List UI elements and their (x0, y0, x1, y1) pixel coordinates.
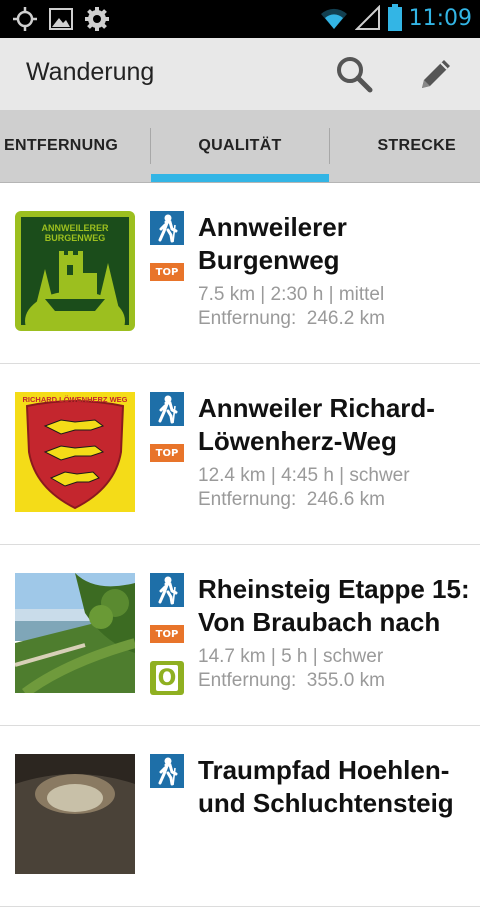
trail-title-line: und Schluchtensteig (198, 788, 454, 818)
hiking-icon (150, 754, 184, 788)
svg-text:BURGENWEG: BURGENWEG (45, 233, 106, 243)
trail-title: Annweiler Richard- Löwenherz-Weg (198, 392, 470, 458)
trail-title: Traumpfad Hoehlen- und Schluchtensteig (198, 754, 470, 820)
trail-title-line: Von Braubach nach (198, 607, 441, 637)
top-badge: TOP (150, 625, 184, 643)
app-title: Wanderung (26, 58, 155, 86)
picture-icon (49, 8, 73, 30)
trail-logo-burgenweg: ANNWEILERER BURGENWEG (15, 211, 135, 331)
settings-icon (85, 7, 109, 31)
hiking-icon (150, 392, 184, 426)
hiking-icon (150, 573, 184, 607)
trail-title: Annweilerer Burgenweg (198, 211, 470, 277)
list-item[interactable]: TOP O Rheinsteig Etappe 15: Von Braubach… (0, 545, 480, 726)
trail-title: Rheinsteig Etappe 15: Von Braubach nach (198, 573, 470, 639)
trail-distance: Entfernung: 246.2 km (198, 308, 385, 329)
trail-photo-traumpfad (15, 754, 135, 874)
clock: 11:09 (408, 5, 472, 31)
svg-text:RICHARD LÖWENHERZ WEG: RICHARD LÖWENHERZ WEG (23, 395, 128, 404)
top-badge: TOP (150, 263, 184, 281)
wifi-icon (320, 8, 347, 29)
status-bar: 11:09 (0, 0, 480, 38)
o-badge: O (150, 661, 184, 695)
search-icon[interactable] (334, 54, 374, 94)
trail-photo-rheinsteig (15, 573, 135, 693)
trail-title-line: Rheinsteig Etappe 15: (198, 574, 470, 604)
trail-meta: 7.5 km | 2:30 h | mittel (198, 284, 385, 305)
action-bar: Wanderung (0, 38, 480, 110)
trail-meta: 14.7 km | 5 h | schwer (198, 646, 384, 667)
trail-list: ANNWEILERER BURGENWEG TOP Annweilerer Bu… (0, 183, 480, 907)
hiking-icon (150, 211, 184, 245)
top-badge: TOP (150, 444, 184, 462)
list-item[interactable]: Traumpfad Hoehlen- und Schluchtensteig (0, 726, 480, 907)
tab-strecke[interactable]: STRECKE (330, 110, 480, 182)
tab-bar: ENTFERNUNG QUALITÄT STRECKE (0, 110, 480, 183)
trail-title-line: Annweilerer (198, 212, 347, 242)
trail-title-line: Burgenweg (198, 245, 340, 275)
trail-logo-loewenherz: RICHARD LÖWENHERZ WEG (15, 392, 135, 512)
list-item[interactable]: ANNWEILERER BURGENWEG TOP Annweilerer Bu… (0, 183, 480, 364)
tab-qualitaet[interactable]: QUALITÄT (151, 110, 329, 182)
o-badge-label: O (156, 665, 178, 691)
tab-entfernung[interactable]: ENTFERNUNG (0, 110, 150, 182)
trail-title-line: Löwenherz-Weg (198, 426, 397, 456)
trail-distance: Entfernung: 246.6 km (198, 489, 385, 510)
trail-meta: 12.4 km | 4:45 h | schwer (198, 465, 410, 486)
list-item[interactable]: RICHARD LÖWENHERZ WEG TOP Annweiler Rich… (0, 364, 480, 545)
gps-icon (13, 7, 37, 31)
pencil-icon[interactable] (416, 54, 456, 94)
signal-icon (354, 5, 380, 30)
battery-icon (387, 4, 402, 31)
trail-distance: Entfernung: 355.0 km (198, 670, 385, 691)
selected-tab-indicator (151, 174, 329, 182)
trail-title-line: Annweiler Richard- (198, 393, 435, 423)
svg-text:ANNWEILERER: ANNWEILERER (42, 223, 109, 233)
trail-title-line: Traumpfad Hoehlen- (198, 755, 450, 785)
